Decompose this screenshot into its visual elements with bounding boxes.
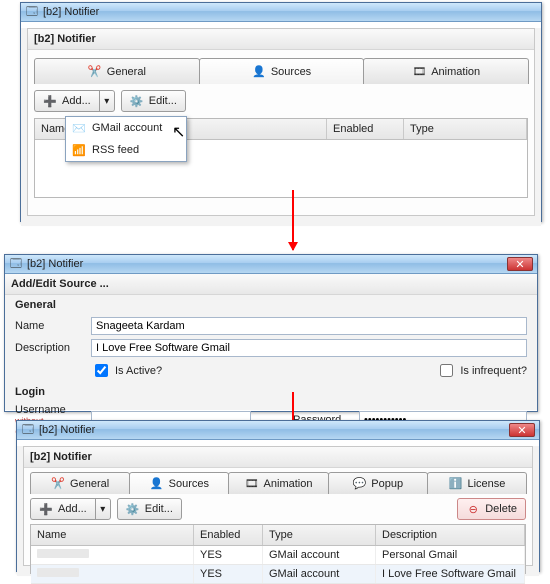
user-icon: 👤: [252, 65, 266, 79]
cell-name: [37, 549, 89, 558]
is-active-checkbox[interactable]: Is Active?: [91, 361, 162, 380]
rss-icon: 📶: [72, 143, 86, 157]
annotation-arrow: [292, 190, 294, 250]
popup-icon: 💬: [352, 477, 366, 491]
edit-button[interactable]: ⚙️Edit...: [121, 90, 186, 112]
close-button[interactable]: ✕: [509, 423, 535, 437]
dialog-title: Add/Edit Source ...: [5, 274, 537, 295]
tab-popup[interactable]: 💬Popup: [328, 472, 428, 494]
title-bar: 🗔 [b2] Notifier ✕: [5, 255, 537, 274]
window-title: [b2] Notifier: [39, 424, 95, 436]
col-enabled[interactable]: Enabled: [194, 525, 263, 545]
cell-name: [37, 568, 79, 577]
add-dropdown-caret[interactable]: ▾: [95, 498, 111, 520]
cell-type: GMail account: [263, 546, 376, 564]
cell-enabled: YES: [194, 565, 263, 583]
delete-button[interactable]: ⊖Delete: [457, 498, 526, 520]
description-label: Description: [15, 342, 85, 354]
panel-title: [b2] Notifier: [24, 447, 532, 468]
cell-type: GMail account: [263, 565, 376, 583]
animation-icon: 🎞: [245, 477, 259, 491]
add-dropdown-caret[interactable]: ▾: [99, 90, 115, 112]
section-general: General: [9, 295, 533, 315]
col-type[interactable]: Type: [263, 525, 376, 545]
delete-icon: ⊖: [466, 502, 480, 516]
plus-icon: ➕: [43, 94, 57, 108]
section-login: Login: [9, 382, 533, 402]
title-bar: 🗔 [b2] Notifier: [21, 3, 541, 22]
menu-gmail-account[interactable]: ✉️ GMail account: [66, 117, 186, 139]
col-type[interactable]: Type: [404, 119, 527, 139]
name-input[interactable]: [91, 317, 527, 335]
info-icon: ℹ️: [448, 477, 462, 491]
tab-animation[interactable]: 🎞Animation: [228, 472, 328, 494]
menu-rss-feed[interactable]: 📶 RSS feed: [66, 139, 186, 161]
plus-icon: ➕: [39, 502, 53, 516]
description-input[interactable]: [91, 339, 527, 357]
tab-animation[interactable]: 🎞Animation: [363, 58, 529, 84]
tab-sources[interactable]: 👤Sources: [129, 472, 229, 494]
animation-icon: 🎞: [412, 65, 426, 79]
col-description[interactable]: Description: [376, 525, 525, 545]
table-row[interactable]: YES GMail account Personal Gmail: [31, 546, 525, 565]
tab-sources[interactable]: 👤Sources: [199, 58, 365, 84]
app-icon: 🗔: [25, 5, 39, 19]
tools-icon: ✂️: [88, 65, 102, 79]
table-row[interactable]: YES GMail account I Love Free Software G…: [31, 565, 525, 584]
app-icon: 🗔: [9, 257, 23, 271]
cell-enabled: YES: [194, 546, 263, 564]
chevron-down-icon: ▾: [100, 504, 105, 515]
title-bar: 🗔 [b2] Notifier ✕: [17, 421, 539, 440]
cell-description: Personal Gmail: [376, 546, 525, 564]
add-button[interactable]: ➕Add...: [30, 498, 95, 520]
tab-general[interactable]: ✂️General: [34, 58, 200, 84]
cell-description: I Love Free Software Gmail: [376, 565, 525, 583]
tab-license[interactable]: ℹ️License: [427, 472, 527, 494]
user-icon: 👤: [150, 477, 164, 491]
chevron-down-icon: ▾: [104, 96, 109, 107]
window-title: [b2] Notifier: [43, 6, 99, 18]
col-enabled[interactable]: Enabled: [327, 119, 404, 139]
username-label: Username: [15, 404, 85, 416]
mail-icon: ✉️: [72, 121, 86, 135]
gear-icon: ⚙️: [126, 502, 140, 516]
close-button[interactable]: ✕: [507, 257, 533, 271]
gear-icon: ⚙️: [130, 94, 144, 108]
add-button[interactable]: ➕Add...: [34, 90, 99, 112]
col-name[interactable]: Name: [31, 525, 194, 545]
is-infrequent-checkbox[interactable]: Is infrequent?: [436, 361, 527, 380]
window-title: [b2] Notifier: [27, 258, 83, 270]
tab-general[interactable]: ✂️General: [30, 472, 130, 494]
name-label: Name: [15, 320, 85, 332]
panel-title: [b2] Notifier: [28, 29, 534, 50]
app-icon: 🗔: [21, 423, 35, 437]
edit-button[interactable]: ⚙️Edit...: [117, 498, 182, 520]
tools-icon: ✂️: [51, 477, 65, 491]
